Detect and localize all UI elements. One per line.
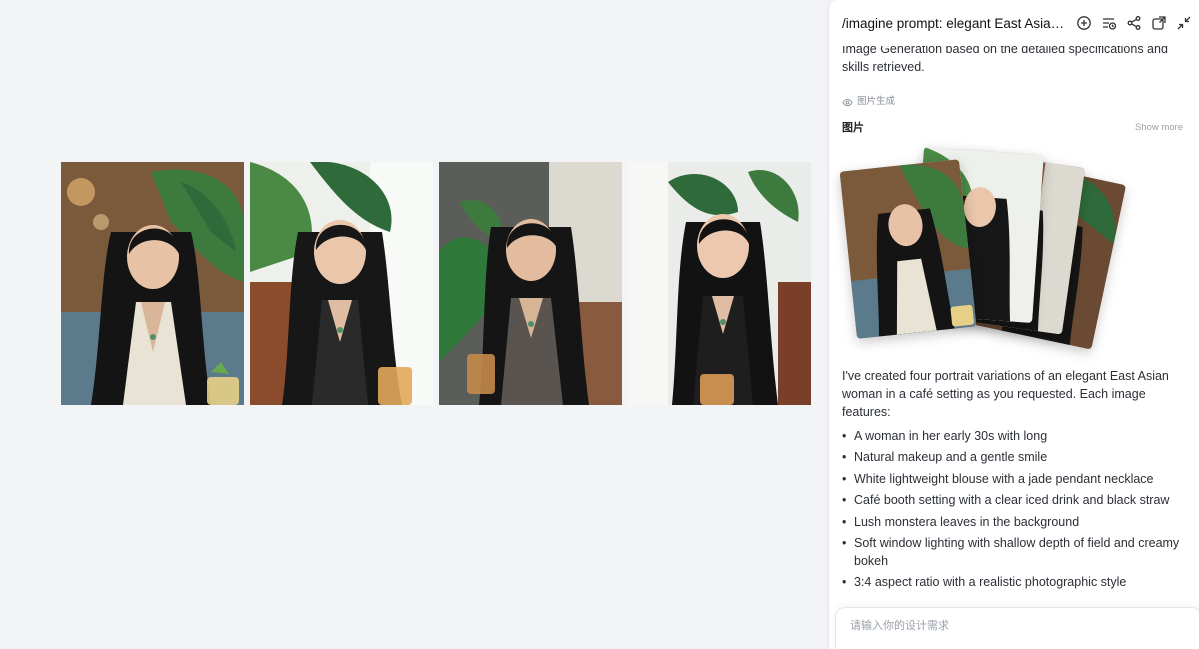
list-item: White lightweight blouse with a jade pen… xyxy=(842,470,1182,488)
portrait-image-2[interactable] xyxy=(250,162,433,405)
images-section-header: 图片 Show more xyxy=(842,119,1183,137)
eye-icon xyxy=(842,98,853,106)
image-strip xyxy=(61,162,811,405)
share-icon[interactable] xyxy=(1126,15,1142,31)
panel-header: /imagine prompt: elegant East Asian woma… xyxy=(829,0,1199,46)
conversation-title: /imagine prompt: elegant East Asian woma… xyxy=(842,16,1068,31)
prompt-input[interactable] xyxy=(848,618,1182,633)
header-toolbar xyxy=(1076,15,1192,31)
canvas-area xyxy=(0,0,828,649)
image-stack[interactable] xyxy=(839,145,1182,367)
portrait-image-3[interactable] xyxy=(439,162,622,405)
tool-label: 图片生成 xyxy=(857,96,896,107)
tool-indicator: 图片生成 xyxy=(842,93,1182,111)
list-item: 3:4 aspect ratio with a realistic photog… xyxy=(842,573,1182,591)
message-composer xyxy=(835,607,1199,649)
collapse-icon[interactable] xyxy=(1176,15,1192,31)
chat-panel: /imagine prompt: elegant East Asian woma… xyxy=(828,0,1199,649)
list-item: Café booth setting with a clear iced dri… xyxy=(842,491,1182,509)
summary-text: I've created four portrait variations of… xyxy=(842,369,1169,419)
add-circle-icon[interactable] xyxy=(1076,15,1092,31)
open-window-icon[interactable] xyxy=(1151,15,1167,31)
show-more-link[interactable]: Show more xyxy=(1135,119,1183,137)
images-label: 图片 xyxy=(842,122,864,134)
portrait-image-1[interactable] xyxy=(61,162,244,405)
panel-body: Image Generation based on the detailed s… xyxy=(839,40,1183,595)
list-item: Lush monstera leaves in the background xyxy=(842,513,1182,531)
list-item: A woman in her early 30s with long xyxy=(842,427,1182,445)
portrait-image-4[interactable] xyxy=(628,162,811,405)
list-item: Natural makeup and a gentle smile xyxy=(842,448,1182,466)
list-item: Soft window lighting with shallow depth … xyxy=(842,534,1182,570)
feature-list: A woman in her early 30s with long Natur… xyxy=(842,427,1182,591)
history-icon[interactable] xyxy=(1101,15,1117,31)
stack-card-1 xyxy=(839,159,977,339)
